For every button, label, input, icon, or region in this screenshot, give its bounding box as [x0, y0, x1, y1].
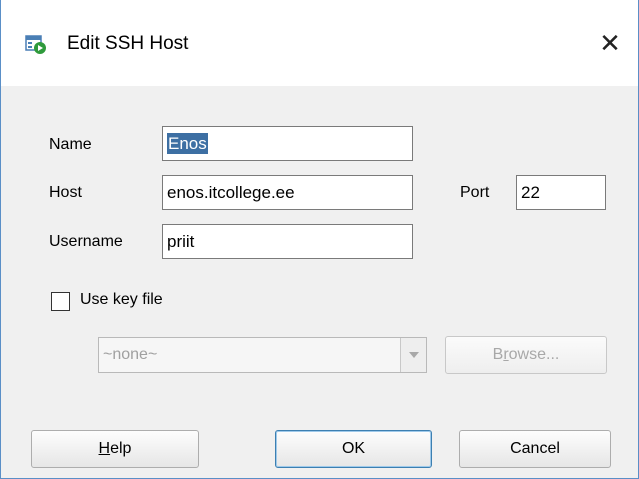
- name-field[interactable]: Enos: [162, 126, 413, 161]
- ok-button-label: OK: [341, 440, 366, 457]
- ssh-host-app-icon: [25, 35, 46, 54]
- username-label: Username: [49, 233, 123, 250]
- key-file-select-value: ~none~: [103, 346, 158, 363]
- close-icon[interactable]: ✕: [593, 26, 627, 60]
- use-key-file-checkbox[interactable]: [51, 292, 70, 311]
- port-label: Port: [460, 184, 490, 201]
- dropdown-arrow-icon[interactable]: [400, 338, 426, 372]
- name-field-value: Enos: [167, 133, 208, 154]
- key-file-select[interactable]: ~none~: [98, 337, 427, 373]
- port-field[interactable]: 22: [516, 175, 606, 210]
- username-field[interactable]: priit: [162, 224, 413, 259]
- ok-button[interactable]: OK: [275, 430, 432, 468]
- host-label: Host: [49, 184, 82, 201]
- dialog-title: Edit SSH Host: [67, 33, 189, 54]
- browse-button[interactable]: Browse...: [445, 336, 607, 374]
- help-button[interactable]: Help: [31, 430, 199, 468]
- host-field[interactable]: enos.itcollege.ee: [162, 175, 413, 210]
- use-key-file-label[interactable]: Use key file: [80, 291, 163, 309]
- title-bar: Edit SSH Host ✕: [1, 0, 638, 86]
- help-button-label: Help: [98, 440, 132, 457]
- edit-ssh-host-dialog: Edit SSH Host ✕ Name Enos Host enos.itco…: [0, 0, 639, 479]
- name-label: Name: [49, 136, 92, 153]
- cancel-button-label: Cancel: [510, 440, 560, 457]
- cancel-button[interactable]: Cancel: [459, 430, 611, 468]
- browse-button-label: Browse...: [492, 346, 560, 363]
